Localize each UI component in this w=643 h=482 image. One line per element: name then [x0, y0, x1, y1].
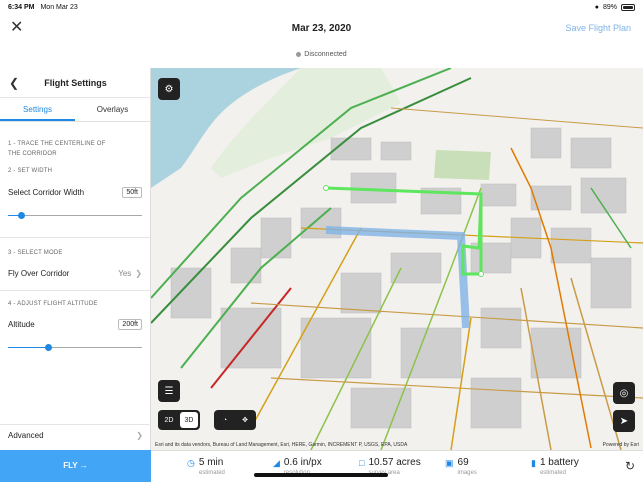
home-indicator: [254, 473, 388, 477]
image-icon: ▣: [445, 457, 454, 468]
slider-knob[interactable]: [45, 344, 53, 351]
top-nav: ✕ Mar 23, 2020 Save Flight Plan: [0, 14, 643, 44]
clock-icon: ◷: [187, 457, 195, 468]
chevron-right-icon: ❯: [135, 268, 142, 278]
step-1-title: 1 - TRACE THE CENTERLINE OF THE CORRIDOR: [8, 141, 106, 157]
altitude-label: Altitude: [8, 319, 35, 329]
step-2-title: 2 - SET WIDTH: [8, 168, 53, 174]
connection-label: Disconnected: [304, 51, 347, 58]
buildings-layer: [170, 127, 632, 429]
step-3-title: 3 - SELECT MODE: [8, 250, 63, 256]
gauge-icon[interactable]: ◔: [216, 412, 234, 428]
stat-value: 0.6 in/px: [283, 456, 322, 468]
slider-track: [8, 215, 142, 216]
view-3d-button[interactable]: 3D: [180, 412, 198, 428]
connection-status: Disconnected: [0, 51, 643, 58]
corridor-width-row: Select Corridor Width 50ft: [0, 183, 150, 201]
slider-knob[interactable]: [18, 212, 26, 219]
park-area: [434, 150, 491, 180]
chevron-right-icon: ❯: [136, 431, 143, 440]
step-4-title: 4 - ADJUST FLIGHT ALTITUDE: [8, 301, 98, 307]
altitude-value[interactable]: 200ft: [118, 318, 142, 330]
status-dot-icon: [296, 51, 302, 57]
flight-settings-panel: ❮ Flight Settings Settings Overlays 1 - …: [0, 68, 151, 482]
refresh-icon[interactable]: ↻: [625, 459, 635, 473]
altitude-row: Altitude 200ft: [0, 315, 150, 333]
gear-icon[interactable]: ⚙: [158, 78, 180, 100]
layers-icon[interactable]: ☰: [158, 380, 180, 402]
stat-label: images: [457, 469, 477, 476]
corridor-width-slider[interactable]: [8, 209, 142, 223]
panel-title: Flight Settings: [44, 78, 107, 88]
battery-status-icon: [621, 3, 635, 11]
status-right: ● 89%: [594, 3, 635, 11]
map-tools-group[interactable]: ◔ ✥: [214, 410, 256, 430]
map-attribution: Esri and its data vendors, Bureau of Lan…: [155, 442, 408, 448]
flight-stats-bar: ◷ 5 minestimated ◢ 0.6 in/pxresolution □…: [151, 450, 643, 482]
powered-by[interactable]: Powered by Esri: [603, 442, 639, 448]
wifi-icon: ●: [594, 3, 599, 11]
status-bar: 6:34 PM Mon Mar 23 ● 89%: [0, 0, 643, 14]
map-view[interactable]: ⚙ ☰ 2D 3D ◔ ✥ ◎ ➤ Esri and its data vend…: [151, 68, 643, 450]
advanced-row[interactable]: Advanced ❯: [0, 424, 151, 446]
view-mode-toggle[interactable]: 2D 3D: [158, 410, 200, 430]
corridor-width-label: Select Corridor Width: [8, 187, 85, 197]
advanced-label: Advanced: [8, 431, 44, 440]
navigate-icon[interactable]: ➤: [613, 410, 635, 432]
locate-icon[interactable]: ◎: [613, 382, 635, 404]
stat-value: 5 min: [198, 456, 224, 468]
stat-label: estimated: [198, 469, 225, 476]
tab-settings[interactable]: Settings: [0, 98, 75, 121]
stat-value: 1 battery: [539, 456, 579, 468]
battery-icon: ▮: [531, 457, 536, 468]
mode-value: Yes: [118, 268, 132, 278]
mode-label: Fly Over Corridor: [8, 268, 70, 278]
map-canvas: [151, 68, 643, 450]
battery-percent: 89%: [602, 3, 617, 11]
status-time: 6:34 PM: [8, 3, 35, 11]
stat-value: 69: [457, 456, 469, 468]
status-date: Mon Mar 23: [40, 3, 78, 11]
mode-row[interactable]: Fly Over Corridor Yes ❯: [0, 262, 150, 284]
view-2d-button[interactable]: 2D: [160, 412, 178, 428]
panel-header: ❮ Flight Settings: [0, 68, 150, 98]
corridor-width-value[interactable]: 50ft: [122, 186, 142, 198]
stat-battery: ▮ 1 battery estimated: [531, 457, 617, 477]
stat-label: estimated: [539, 469, 566, 476]
altitude-slider[interactable]: [8, 341, 142, 355]
stat-images: ▣ 69 images: [445, 457, 531, 477]
slider-fill: [8, 347, 49, 348]
fly-button[interactable]: FLY →: [0, 450, 151, 482]
move-icon[interactable]: ✥: [236, 412, 254, 428]
save-flight-plan-button[interactable]: Save Flight Plan: [565, 23, 631, 33]
stat-value: 10.57 acres: [368, 456, 421, 468]
page-title: Mar 23, 2020: [291, 23, 352, 34]
panel-tabs: Settings Overlays: [0, 98, 150, 122]
tab-overlays[interactable]: Overlays: [75, 98, 150, 121]
